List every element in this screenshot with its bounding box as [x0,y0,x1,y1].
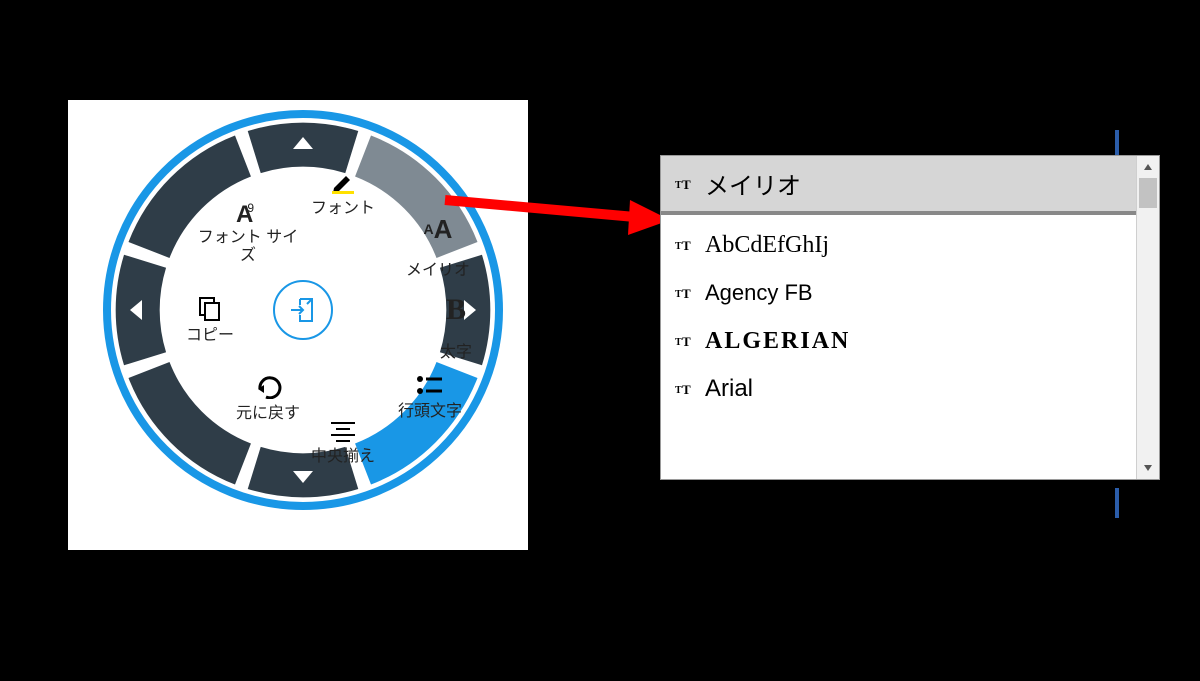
svg-text:T: T [675,241,682,252]
bullets-icon [375,375,485,401]
font-size-icon: A9 [236,203,260,227]
tool-copy[interactable]: コピー [175,295,245,346]
font-item[interactable]: TT Arial [661,365,1137,413]
tool-bullets[interactable]: 行頭文字 [375,375,485,422]
svg-text:T: T [682,382,691,396]
scroll-thumb[interactable] [1139,178,1157,208]
svg-text:T: T [682,238,691,252]
svg-text:T: T [682,177,691,191]
svg-text:T: T [675,289,682,300]
tool-bold-label: 太字 [440,344,472,361]
bold-icon: B [421,295,491,325]
font-list[interactable]: TT メイリオ TT AbCdEfGhIj TT Agency FB TT AL… [661,156,1137,479]
font-dropdown[interactable]: TT メイリオ TT AbCdEfGhIj TT Agency FB TT AL… [660,155,1160,480]
font-item-label: AbCdEfGhIj [705,232,829,259]
radial-menu-panel: フォント A9 フォント サイズ AA メイリオ コピー B 太字 [68,100,528,550]
highlighter-icon [298,170,388,198]
ruler-mark [1115,488,1119,518]
tool-bullets-label: 行頭文字 [398,403,462,420]
chevron-down-icon [1143,463,1153,473]
font-item-selected[interactable]: TT メイリオ [661,156,1137,213]
radial-center-button[interactable] [273,280,333,340]
tool-undo-label: 元に戻す [236,405,300,422]
font-item[interactable]: TT AbCdEfGhIj [661,221,1137,269]
font-item[interactable]: TT Agency FB [661,269,1137,317]
tool-font-label: フォント [311,200,375,217]
svg-text:T: T [682,334,691,348]
truetype-icon: TT [675,375,693,403]
font-item-label: Arial [705,375,753,403]
svg-text:T: T [675,337,682,348]
truetype-icon: TT [675,231,693,259]
svg-text:T: T [675,385,682,396]
align-center-icon [293,420,393,446]
scroll-down-button[interactable] [1137,457,1159,479]
copy-icon [175,295,245,325]
chevron-up-icon [1143,162,1153,172]
arrow-icon [440,175,670,255]
svg-text:T: T [682,286,691,300]
radial-menu[interactable]: フォント A9 フォント サイズ AA メイリオ コピー B 太字 [103,110,503,510]
dropdown-separator [661,213,1137,215]
font-item[interactable]: TT ALGERIAN [661,317,1137,365]
scrollbar[interactable] [1136,156,1159,479]
truetype-icon: TT [675,170,693,198]
font-size-badge: 9 [247,201,254,215]
tool-font-size-label: フォント サイズ [198,229,298,264]
font-item-label: Agency FB [705,280,813,306]
tool-align-center-label: 中央揃え [311,448,375,465]
tool-align-center[interactable]: 中央揃え [293,420,393,467]
tool-copy-label: コピー [186,327,234,344]
font-item-label: メイリオ [705,166,801,201]
font-item-label: ALGERIAN [705,328,850,355]
truetype-icon: TT [675,279,693,307]
scroll-up-button[interactable] [1137,156,1159,178]
tool-font-family-label: メイリオ [406,262,470,279]
tool-undo[interactable]: 元に戻す [213,375,323,424]
tool-font[interactable]: フォント [298,170,388,219]
truetype-icon: TT [675,327,693,355]
undo-icon [213,375,323,403]
tool-font-size[interactable]: A9 フォント サイズ [193,203,303,266]
tool-bold[interactable]: B 太字 [421,295,491,363]
insert-page-icon [288,295,318,325]
svg-text:T: T [675,180,682,191]
